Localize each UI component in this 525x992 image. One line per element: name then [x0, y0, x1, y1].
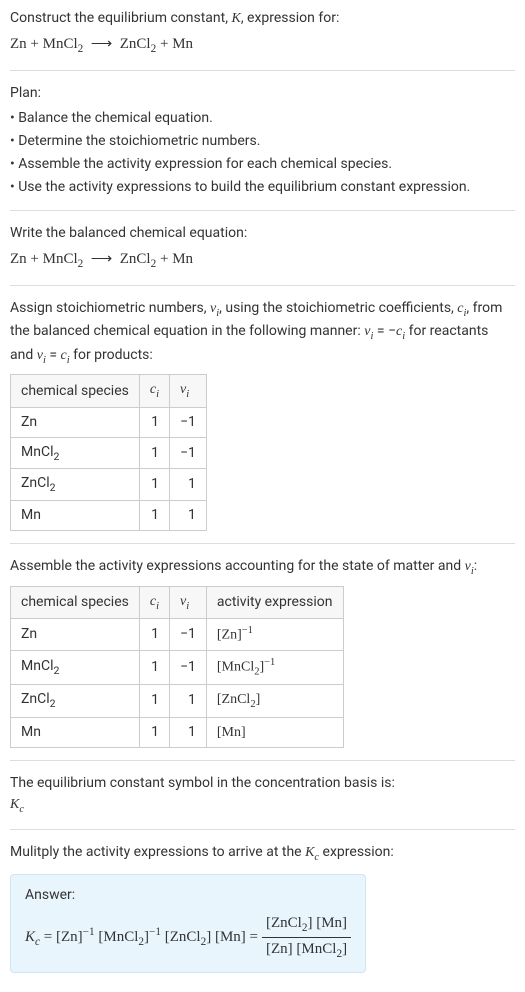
- cell-c: 1: [139, 717, 169, 747]
- col-species: chemical species: [11, 375, 140, 408]
- plan-list: • Balance the chemical equation. • Deter…: [10, 108, 515, 198]
- col-v: νi: [170, 375, 207, 408]
- table-row: Mn 1 1: [11, 501, 207, 531]
- symbol-text: The equilibrium constant symbol in the c…: [10, 773, 515, 794]
- multiply-text: Mulitply the activity expressions to arr…: [10, 842, 515, 866]
- cell-c: 1: [139, 469, 169, 501]
- col-c: ci: [139, 586, 169, 619]
- symbol-kc: Kc: [10, 794, 515, 818]
- divider: [10, 543, 515, 544]
- cell-v: −1: [170, 619, 207, 651]
- cell-activity: [Mn]: [206, 717, 343, 747]
- cell-v: 1: [170, 469, 207, 501]
- table-row: ZnCl2 1 1 [ZnCl2]: [11, 684, 344, 717]
- cell-v: −1: [170, 407, 207, 437]
- cell-c: 1: [139, 437, 169, 469]
- cell-species: Zn: [11, 407, 140, 437]
- activity-table: chemical species ci νi activity expressi…: [10, 586, 344, 748]
- intro-equation: Zn + MnCl2 ⟶ ZnCl2 + Mn: [10, 33, 515, 58]
- col-species: chemical species: [11, 586, 140, 619]
- cell-species: ZnCl2: [11, 684, 140, 717]
- balanced-equation: Zn + MnCl2 ⟶ ZnCl2 + Mn: [10, 248, 515, 273]
- cell-c: 1: [139, 650, 169, 684]
- stoich-table: chemical species ci νi Zn 1 −1 MnCl2 1 −…: [10, 374, 207, 531]
- kc-lhs: Kc = [Zn]−1 [MnCl2]−1 [ZnCl2] [Mn] =: [25, 924, 258, 951]
- balanced-text: Write the balanced chemical equation:: [10, 223, 515, 244]
- intro-line: Construct the equilibrium constant, K, e…: [10, 8, 515, 29]
- col-v: νi: [170, 586, 207, 619]
- cell-v: 1: [170, 684, 207, 717]
- col-c: ci: [139, 375, 169, 408]
- cell-species: Zn: [11, 619, 140, 651]
- divider: [10, 285, 515, 286]
- answer-label: Answer:: [25, 885, 351, 906]
- divider: [10, 760, 515, 761]
- cell-species: ZnCl2: [11, 469, 140, 501]
- cell-species: MnCl2: [11, 650, 140, 684]
- table-row: Zn 1 −1: [11, 407, 207, 437]
- cell-species: MnCl2: [11, 437, 140, 469]
- col-activity: activity expression: [206, 586, 343, 619]
- answer-box: Answer: Kc = [Zn]−1 [MnCl2]−1 [ZnCl2] [M…: [10, 874, 366, 974]
- divider: [10, 70, 515, 71]
- table-header-row: chemical species ci νi activity expressi…: [11, 586, 344, 619]
- kc-expression: Kc = [Zn]−1 [MnCl2]−1 [ZnCl2] [Mn] = [Zn…: [25, 912, 351, 963]
- cell-species: Mn: [11, 717, 140, 747]
- plan-item: • Assemble the activity expression for e…: [10, 154, 515, 175]
- table-row: Mn 1 1 [Mn]: [11, 717, 344, 747]
- divider: [10, 210, 515, 211]
- table-row: MnCl2 1 −1 [MnCl2]−1: [11, 650, 344, 684]
- kc-frac-den: [Zn] [MnCl2]: [262, 938, 351, 963]
- intro-text: Construct the equilibrium constant, K, e…: [10, 10, 339, 26]
- cell-v: −1: [170, 650, 207, 684]
- cell-activity: [Zn]−1: [206, 619, 343, 651]
- divider: [10, 829, 515, 830]
- assign-text: Assign stoichiometric numbers, νi, using…: [10, 298, 515, 369]
- cell-c: 1: [139, 407, 169, 437]
- cell-c: 1: [139, 619, 169, 651]
- cell-activity: [MnCl2]−1: [206, 650, 343, 684]
- cell-v: 1: [170, 717, 207, 747]
- plan-item: • Use the activity expressions to build …: [10, 177, 515, 198]
- kc-fraction: [ZnCl2] [Mn] [Zn] [MnCl2]: [262, 912, 351, 963]
- cell-activity: [ZnCl2]: [206, 684, 343, 717]
- table-row: ZnCl2 1 1: [11, 469, 207, 501]
- cell-c: 1: [139, 501, 169, 531]
- cell-c: 1: [139, 684, 169, 717]
- assemble-text: Assemble the activity expressions accoun…: [10, 556, 515, 580]
- cell-v: 1: [170, 501, 207, 531]
- plan-item: • Determine the stoichiometric numbers.: [10, 131, 515, 152]
- plan-item: • Balance the chemical equation.: [10, 108, 515, 129]
- cell-v: −1: [170, 437, 207, 469]
- table-header-row: chemical species ci νi: [11, 375, 207, 408]
- cell-species: Mn: [11, 501, 140, 531]
- plan-heading: Plan:: [10, 83, 515, 104]
- table-row: MnCl2 1 −1: [11, 437, 207, 469]
- table-row: Zn 1 −1 [Zn]−1: [11, 619, 344, 651]
- kc-frac-num: [ZnCl2] [Mn]: [262, 912, 351, 938]
